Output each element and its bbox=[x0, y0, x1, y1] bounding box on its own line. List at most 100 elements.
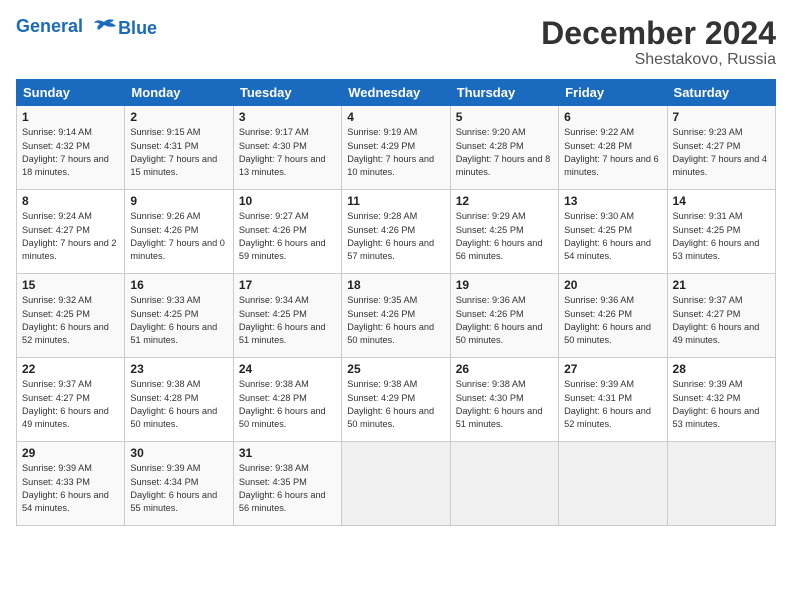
day-number: 18 bbox=[347, 278, 444, 292]
day-number: 9 bbox=[130, 194, 227, 208]
calendar-header-tuesday: Tuesday bbox=[233, 80, 341, 106]
calendar-header-monday: Monday bbox=[125, 80, 233, 106]
day-number: 17 bbox=[239, 278, 336, 292]
day-number: 13 bbox=[564, 194, 661, 208]
calendar-week-row: 29 Sunrise: 9:39 AMSunset: 4:33 PMDayligh… bbox=[17, 442, 776, 526]
day-number: 22 bbox=[22, 362, 119, 376]
calendar-cell: 10 Sunrise: 9:27 AMSunset: 4:26 PMDayligh… bbox=[233, 190, 341, 274]
day-number: 27 bbox=[564, 362, 661, 376]
title-block: December 2024 Shestakovo, Russia bbox=[541, 16, 776, 69]
calendar-cell: 8 Sunrise: 9:24 AMSunset: 4:27 PMDaylight… bbox=[17, 190, 125, 274]
day-info: Sunrise: 9:30 AMSunset: 4:25 PMDaylight:… bbox=[564, 210, 661, 263]
calendar-cell: 7 Sunrise: 9:23 AMSunset: 4:27 PMDaylight… bbox=[667, 106, 775, 190]
calendar-cell: 25 Sunrise: 9:38 AMSunset: 4:29 PMDayligh… bbox=[342, 358, 450, 442]
day-info: Sunrise: 9:32 AMSunset: 4:25 PMDaylight:… bbox=[22, 294, 119, 347]
calendar-cell: 21 Sunrise: 9:37 AMSunset: 4:27 PMDayligh… bbox=[667, 274, 775, 358]
day-number: 23 bbox=[130, 362, 227, 376]
day-number: 19 bbox=[456, 278, 553, 292]
day-info: Sunrise: 9:19 AMSunset: 4:29 PMDaylight:… bbox=[347, 126, 444, 179]
logo-line1: General bbox=[16, 16, 83, 36]
logo-line2: Blue bbox=[118, 18, 157, 38]
day-number: 10 bbox=[239, 194, 336, 208]
day-info: Sunrise: 9:28 AMSunset: 4:26 PMDaylight:… bbox=[347, 210, 444, 263]
calendar-header-saturday: Saturday bbox=[667, 80, 775, 106]
logo: General Blue bbox=[16, 16, 157, 39]
calendar-cell: 27Sunrise: 9:39 AMSunset: 4:31 PMDayligh… bbox=[559, 358, 667, 442]
calendar-cell: 1 Sunrise: 9:14 AMSunset: 4:32 PMDaylight… bbox=[17, 106, 125, 190]
day-info: Sunrise: 9:37 AMSunset: 4:27 PMDaylight:… bbox=[22, 378, 119, 431]
day-number: 7 bbox=[673, 110, 770, 124]
day-info: Sunrise: 9:38 AMSunset: 4:29 PMDaylight:… bbox=[347, 378, 444, 431]
day-number: 16 bbox=[130, 278, 227, 292]
day-info: Sunrise: 9:39 AMSunset: 4:34 PMDaylight:… bbox=[130, 462, 227, 515]
calendar-cell bbox=[667, 442, 775, 526]
day-info: Sunrise: 9:17 AMSunset: 4:30 PMDaylight:… bbox=[239, 126, 336, 179]
day-info: Sunrise: 9:27 AMSunset: 4:26 PMDaylight:… bbox=[239, 210, 336, 263]
calendar-cell: 18 Sunrise: 9:35 AMSunset: 4:26 PMDayligh… bbox=[342, 274, 450, 358]
calendar-cell: 24Sunrise: 9:38 AMSunset: 4:28 PMDayligh… bbox=[233, 358, 341, 442]
calendar-cell: 4 Sunrise: 9:19 AMSunset: 4:29 PMDaylight… bbox=[342, 106, 450, 190]
day-info: Sunrise: 9:22 AMSunset: 4:28 PMDaylight:… bbox=[564, 126, 661, 179]
calendar-cell: 28Sunrise: 9:39 AMSunset: 4:32 PMDayligh… bbox=[667, 358, 775, 442]
day-number: 3 bbox=[239, 110, 336, 124]
day-number: 25 bbox=[347, 362, 444, 376]
day-number: 20 bbox=[564, 278, 661, 292]
calendar-cell: 26 Sunrise: 9:38 AMSunset: 4:30 PMDayligh… bbox=[450, 358, 558, 442]
calendar-header-wednesday: Wednesday bbox=[342, 80, 450, 106]
day-info: Sunrise: 9:34 AMSunset: 4:25 PMDaylight:… bbox=[239, 294, 336, 347]
calendar-cell: 13 Sunrise: 9:30 AMSunset: 4:25 PMDayligh… bbox=[559, 190, 667, 274]
day-number: 21 bbox=[673, 278, 770, 292]
day-info: Sunrise: 9:36 AMSunset: 4:26 PMDaylight:… bbox=[564, 294, 661, 347]
day-info: Sunrise: 9:38 AMSunset: 4:30 PMDaylight:… bbox=[456, 378, 553, 431]
day-info: Sunrise: 9:14 AMSunset: 4:32 PMDaylight:… bbox=[22, 126, 119, 179]
day-info: Sunrise: 9:15 AMSunset: 4:31 PMDaylight:… bbox=[130, 126, 227, 179]
day-number: 1 bbox=[22, 110, 119, 124]
calendar-week-row: 15 Sunrise: 9:32 AMSunset: 4:25 PMDayligh… bbox=[17, 274, 776, 358]
day-info: Sunrise: 9:39 AMSunset: 4:32 PMDaylight:… bbox=[673, 378, 770, 431]
day-number: 15 bbox=[22, 278, 119, 292]
month-title: December 2024 bbox=[541, 16, 776, 51]
page-header: General Blue December 2024 Shestakovo, R… bbox=[16, 16, 776, 69]
day-info: Sunrise: 9:38 AMSunset: 4:28 PMDaylight:… bbox=[130, 378, 227, 431]
day-info: Sunrise: 9:39 AMSunset: 4:33 PMDaylight:… bbox=[22, 462, 119, 515]
calendar-header-friday: Friday bbox=[559, 80, 667, 106]
day-info: Sunrise: 9:37 AMSunset: 4:27 PMDaylight:… bbox=[673, 294, 770, 347]
calendar-cell: 29 Sunrise: 9:39 AMSunset: 4:33 PMDayligh… bbox=[17, 442, 125, 526]
day-number: 11 bbox=[347, 194, 444, 208]
day-info: Sunrise: 9:24 AMSunset: 4:27 PMDaylight:… bbox=[22, 210, 119, 263]
logo-bird-icon bbox=[90, 18, 118, 38]
calendar-cell: 23 Sunrise: 9:38 AMSunset: 4:28 PMDayligh… bbox=[125, 358, 233, 442]
day-info: Sunrise: 9:23 AMSunset: 4:27 PMDaylight:… bbox=[673, 126, 770, 179]
calendar-table: SundayMondayTuesdayWednesdayThursdayFrid… bbox=[16, 79, 776, 526]
calendar-cell bbox=[342, 442, 450, 526]
calendar-cell: 14 Sunrise: 9:31 AMSunset: 4:25 PMDayligh… bbox=[667, 190, 775, 274]
day-info: Sunrise: 9:20 AMSunset: 4:28 PMDaylight:… bbox=[456, 126, 553, 179]
day-number: 8 bbox=[22, 194, 119, 208]
location-subtitle: Shestakovo, Russia bbox=[541, 51, 776, 69]
day-info: Sunrise: 9:31 AMSunset: 4:25 PMDaylight:… bbox=[673, 210, 770, 263]
day-number: 4 bbox=[347, 110, 444, 124]
calendar-week-row: 22 Sunrise: 9:37 AMSunset: 4:27 PMDayligh… bbox=[17, 358, 776, 442]
calendar-cell: 6Sunrise: 9:22 AMSunset: 4:28 PMDaylight… bbox=[559, 106, 667, 190]
calendar-cell: 30Sunrise: 9:39 AMSunset: 4:34 PMDayligh… bbox=[125, 442, 233, 526]
calendar-cell: 31Sunrise: 9:38 AMSunset: 4:35 PMDayligh… bbox=[233, 442, 341, 526]
calendar-cell: 19 Sunrise: 9:36 AMSunset: 4:26 PMDayligh… bbox=[450, 274, 558, 358]
day-number: 29 bbox=[22, 446, 119, 460]
calendar-cell: 22 Sunrise: 9:37 AMSunset: 4:27 PMDayligh… bbox=[17, 358, 125, 442]
calendar-cell: 15 Sunrise: 9:32 AMSunset: 4:25 PMDayligh… bbox=[17, 274, 125, 358]
day-info: Sunrise: 9:35 AMSunset: 4:26 PMDaylight:… bbox=[347, 294, 444, 347]
calendar-header-row: SundayMondayTuesdayWednesdayThursdayFrid… bbox=[17, 80, 776, 106]
day-number: 26 bbox=[456, 362, 553, 376]
calendar-cell: 2 Sunrise: 9:15 AMSunset: 4:31 PMDaylight… bbox=[125, 106, 233, 190]
calendar-week-row: 1 Sunrise: 9:14 AMSunset: 4:32 PMDaylight… bbox=[17, 106, 776, 190]
calendar-week-row: 8 Sunrise: 9:24 AMSunset: 4:27 PMDaylight… bbox=[17, 190, 776, 274]
calendar-cell: 11 Sunrise: 9:28 AMSunset: 4:26 PMDayligh… bbox=[342, 190, 450, 274]
day-info: Sunrise: 9:36 AMSunset: 4:26 PMDaylight:… bbox=[456, 294, 553, 347]
calendar-cell bbox=[559, 442, 667, 526]
day-number: 14 bbox=[673, 194, 770, 208]
day-info: Sunrise: 9:29 AMSunset: 4:25 PMDaylight:… bbox=[456, 210, 553, 263]
calendar-cell: 20 Sunrise: 9:36 AMSunset: 4:26 PMDayligh… bbox=[559, 274, 667, 358]
day-number: 2 bbox=[130, 110, 227, 124]
day-info: Sunrise: 9:38 AMSunset: 4:28 PMDaylight:… bbox=[239, 378, 336, 431]
calendar-header-thursday: Thursday bbox=[450, 80, 558, 106]
